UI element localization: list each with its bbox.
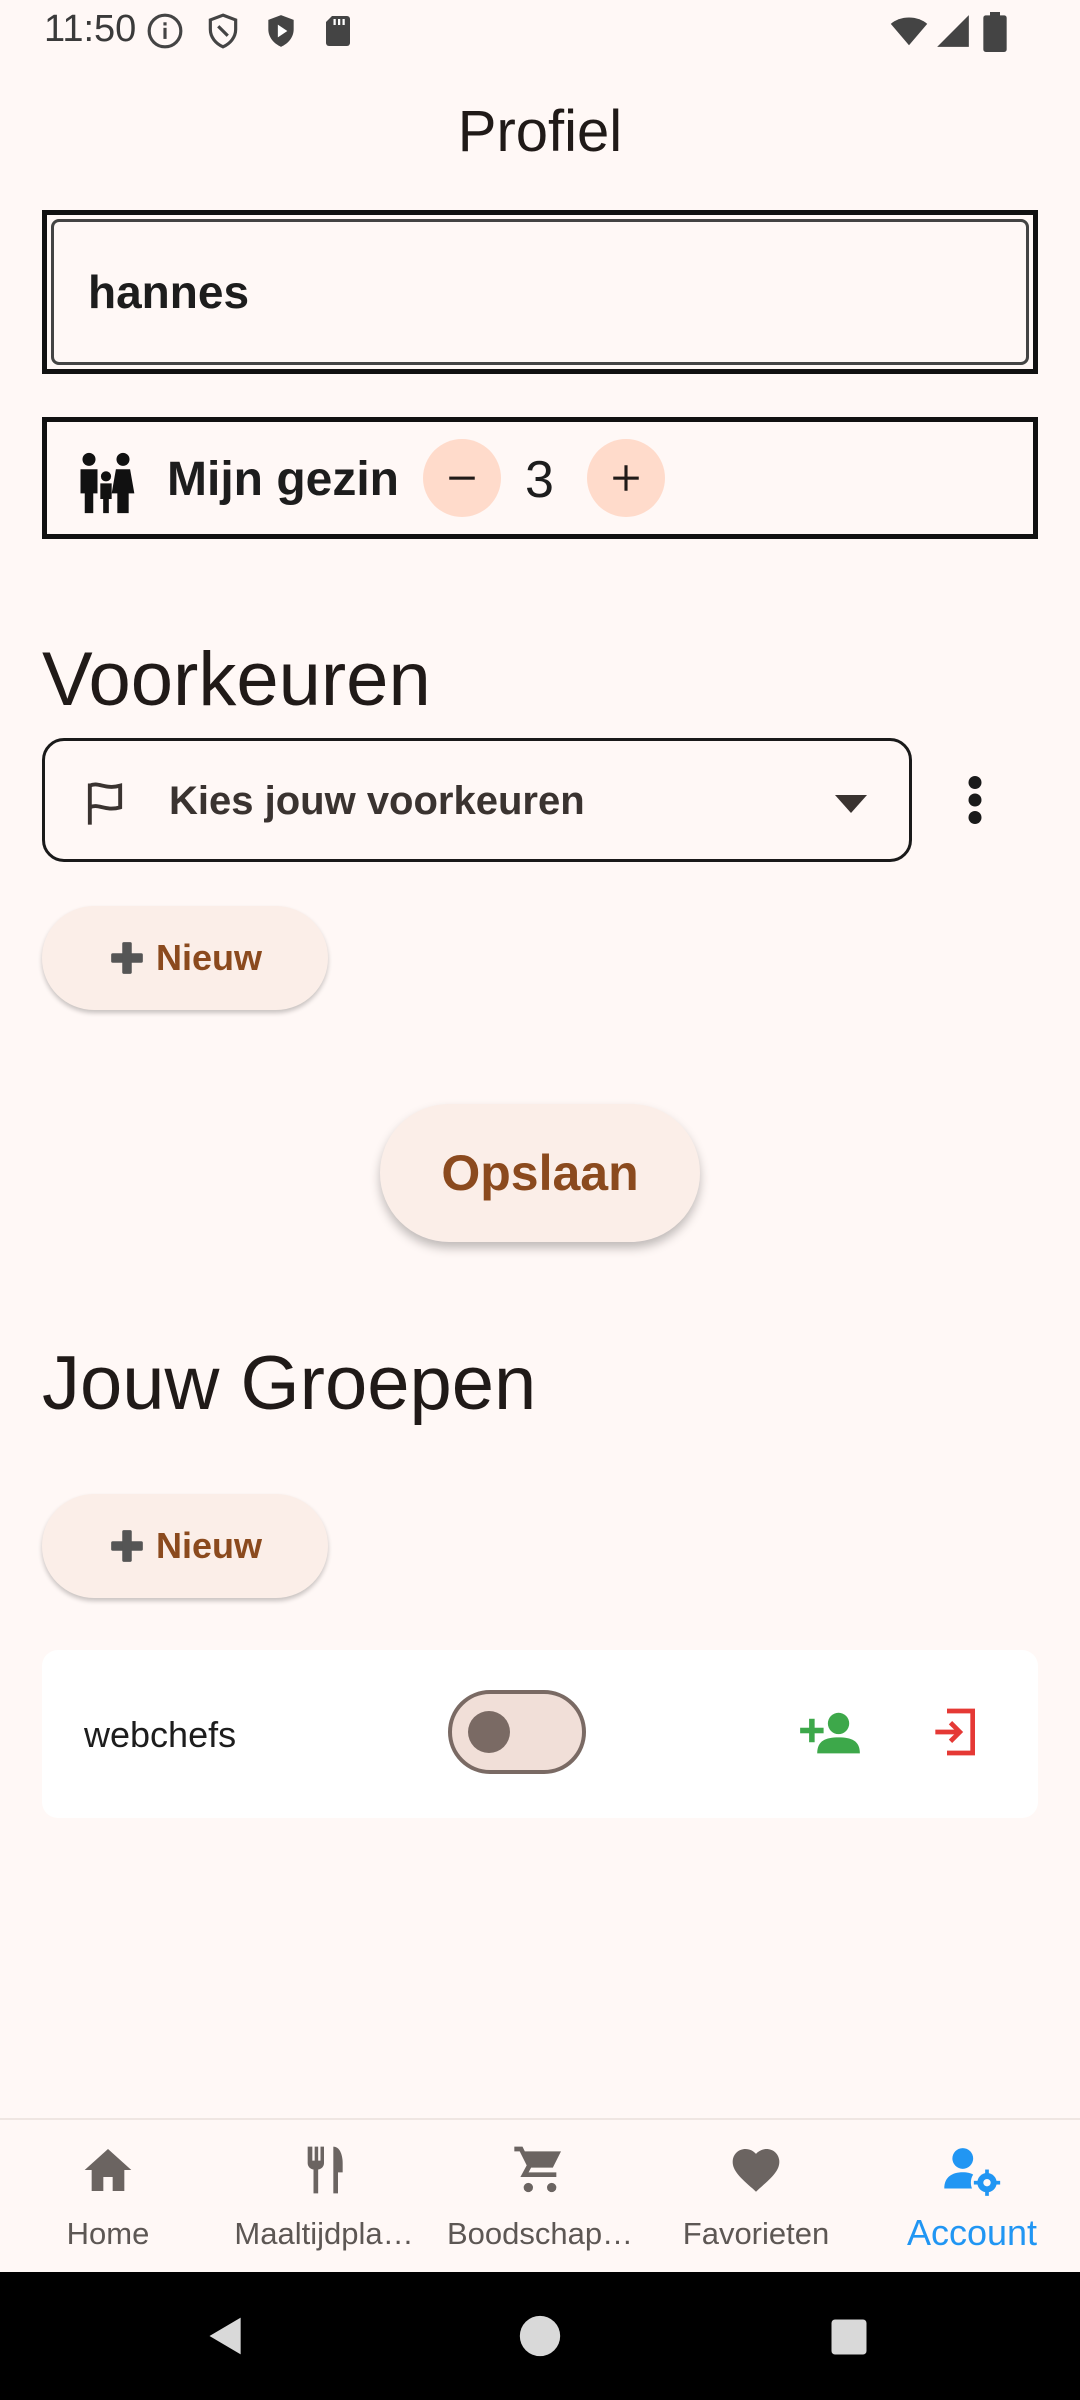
restaurant-icon: [296, 2142, 352, 2198]
dropdown-arrow-icon: [835, 795, 867, 813]
play-protect-icon: [262, 12, 300, 50]
nav-label-shopping: Boodschap…: [446, 2216, 634, 2251]
leave-group-icon[interactable]: [926, 1704, 982, 1760]
manage-accounts-icon: [942, 2142, 1002, 2198]
signal-icon: [934, 12, 972, 50]
increase-family-button[interactable]: [587, 439, 665, 517]
plus-icon: [108, 939, 146, 977]
wifi-icon: [888, 12, 930, 50]
nav-item-favorites[interactable]: Favorieten: [648, 2120, 864, 2274]
preferences-placeholder: Kies jouw voorkeuren: [169, 779, 585, 823]
shield-icon: [204, 12, 242, 50]
status-bar: 11:50: [0, 0, 1080, 64]
home-button-icon[interactable]: [518, 2314, 562, 2358]
status-time: 11:50: [44, 8, 137, 50]
group-toggle[interactable]: [448, 1690, 586, 1774]
group-name: webchefs: [84, 1714, 237, 1755]
nav-item-home[interactable]: Home: [0, 2120, 216, 2274]
more-options-button[interactable]: [955, 770, 995, 830]
nav-label-account: Account: [906, 2212, 1038, 2253]
save-button[interactable]: Opslaan: [380, 1104, 700, 1242]
plus-icon: [609, 461, 643, 495]
new-preference-label: Nieuw: [155, 937, 262, 978]
minus-icon: [445, 461, 479, 495]
family-count: 3: [525, 451, 554, 509]
family-size-row: Mijn gezin 3: [42, 417, 1038, 539]
heart-icon: [728, 2142, 784, 2198]
cart-icon: [512, 2142, 568, 2198]
flag-icon: [79, 777, 131, 829]
sd-card-icon: [320, 12, 356, 50]
nav-item-account[interactable]: Account: [864, 2120, 1080, 2274]
home-icon: [80, 2142, 136, 2198]
family-icon: [71, 448, 141, 516]
family-label: Mijn gezin: [167, 453, 399, 506]
add-member-icon[interactable]: [798, 1706, 862, 1758]
nav-label-meal-plan: Maaltijdpla…: [234, 2216, 414, 2251]
info-icon: [146, 12, 184, 50]
bottom-navigation: Home Maaltijdpla… Boodschap… Favorieten …: [0, 2118, 1080, 2272]
preferences-title: Voorkeuren: [42, 637, 431, 722]
back-icon[interactable]: [204, 2314, 248, 2358]
new-preference-button[interactable]: Nieuw: [42, 906, 328, 1010]
system-navigation-bar: [0, 2272, 1080, 2400]
name-input[interactable]: hannes: [51, 219, 1029, 365]
preferences-dropdown[interactable]: Kies jouw voorkeuren: [42, 738, 912, 862]
groups-title: Jouw Groepen: [42, 1341, 537, 1426]
new-group-button[interactable]: Nieuw: [42, 1494, 328, 1598]
plus-icon: [108, 1527, 146, 1565]
recents-icon[interactable]: [828, 2316, 870, 2358]
battery-icon: [982, 12, 1008, 52]
nav-label-favorites: Favorieten: [682, 2216, 830, 2251]
group-card: webchefs: [42, 1650, 1038, 1818]
toggle-knob: [468, 1711, 510, 1753]
decrease-family-button[interactable]: [423, 439, 501, 517]
more-vert-icon: [955, 770, 995, 830]
nav-item-shopping[interactable]: Boodschap…: [432, 2120, 648, 2274]
page-title: Profiel: [457, 99, 623, 164]
nav-label-home: Home: [66, 2216, 150, 2251]
new-group-label: Nieuw: [155, 1525, 262, 1566]
name-field[interactable]: hannes: [42, 210, 1038, 374]
nav-item-meal-plan[interactable]: Maaltijdpla…: [216, 2120, 432, 2274]
